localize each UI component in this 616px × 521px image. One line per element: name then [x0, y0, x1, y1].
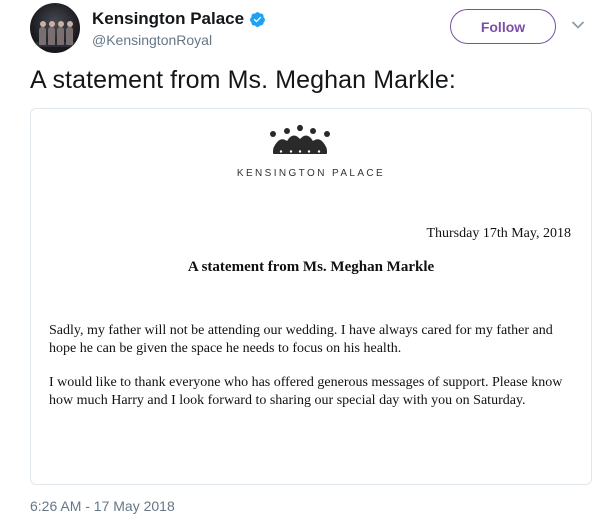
account-info: Kensington Palace @KensingtonRoyal: [92, 9, 266, 48]
tweet-text: A statement from Ms. Meghan Markle:: [30, 66, 456, 94]
verified-badge-icon: [250, 11, 266, 27]
follow-button[interactable]: Follow: [450, 9, 556, 44]
crown-logo-icon: [270, 125, 330, 154]
letter-date: Thursday 17th May, 2018: [426, 226, 571, 241]
chevron-down-icon[interactable]: [571, 20, 585, 30]
tweet-header: Kensington Palace @KensingtonRoyal Follo…: [30, 3, 600, 55]
display-name[interactable]: Kensington Palace: [92, 9, 244, 29]
letterhead: KENSINGTON PALACE: [236, 168, 386, 179]
account-handle[interactable]: @KensingtonRoyal: [92, 32, 266, 48]
letter-paragraph: Sadly, my father will not be attending o…: [49, 323, 553, 356]
statement-image[interactable]: KENSINGTON PALACE Thursday 17th May, 201…: [30, 108, 592, 485]
letter-title: A statement from Ms. Meghan Markle: [187, 259, 435, 275]
letter-paragraph: I would like to thank everyone who has o…: [49, 375, 563, 408]
tweet-timestamp[interactable]: 6:26 AM - 17 May 2018: [30, 498, 175, 514]
avatar[interactable]: [30, 3, 80, 53]
